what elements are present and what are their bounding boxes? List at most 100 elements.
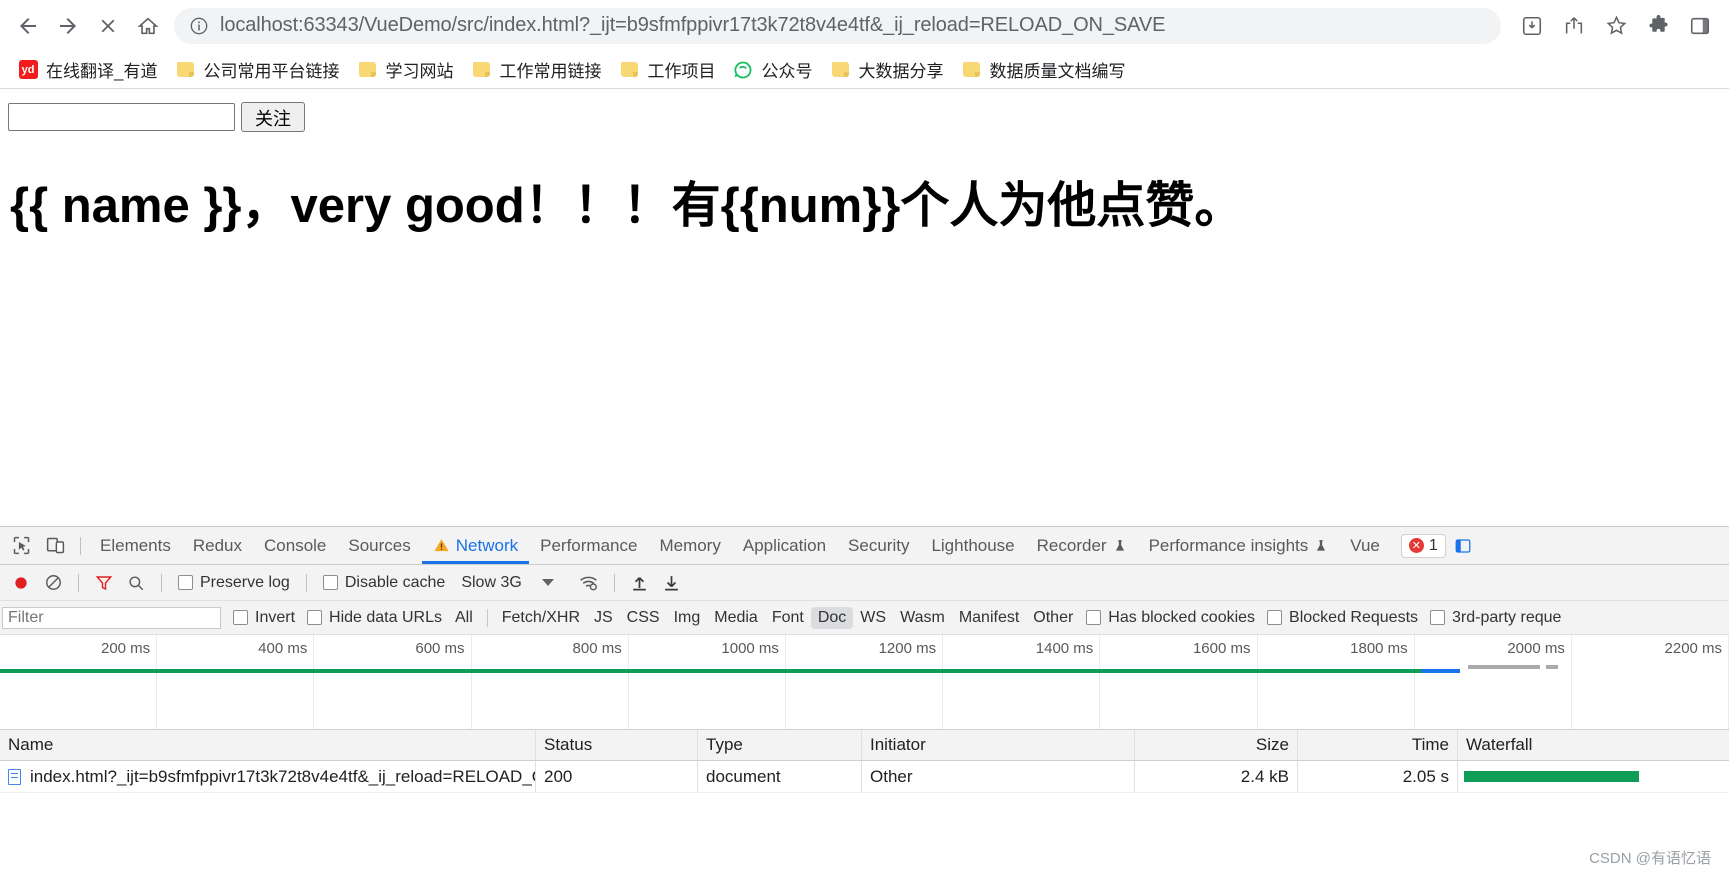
has-blocked-cookies-checkbox[interactable]: Has blocked cookies (1080, 609, 1261, 627)
record-button[interactable] (6, 568, 36, 598)
type-filter-font[interactable]: Font (765, 607, 811, 629)
install-app-icon[interactable] (1511, 6, 1553, 46)
checkbox-label: 3rd-party reque (1452, 608, 1562, 626)
column-header-type[interactable]: Type (698, 730, 862, 760)
folder-icon (175, 60, 195, 80)
column-header-waterfall[interactable]: Waterfall (1458, 730, 1729, 760)
type-filter-doc[interactable]: Doc (810, 606, 854, 629)
type-filter-manifest[interactable]: Manifest (952, 607, 1026, 629)
type-filter-fetch-xhr[interactable]: Fetch/XHR (495, 607, 587, 629)
bookmark-item-6[interactable]: 大数据分享 (822, 53, 951, 86)
tab-memory[interactable]: Memory (648, 527, 731, 564)
cell-type: document (698, 761, 862, 792)
checkbox-label: Hide data URLs (329, 608, 442, 626)
divider (613, 573, 615, 592)
tick-label: 2000 ms (1507, 640, 1565, 657)
home-button[interactable] (128, 6, 168, 46)
search-icon[interactable] (121, 568, 151, 598)
import-har-icon[interactable] (625, 568, 655, 598)
follow-button[interactable]: 关注 (241, 102, 305, 132)
type-filter-other[interactable]: Other (1026, 607, 1080, 629)
browser-window: localhost:63343/VueDemo/src/index.html?_… (0, 0, 1729, 872)
tab-network[interactable]: Network (421, 527, 530, 564)
forward-button[interactable] (48, 6, 88, 46)
tab-security[interactable]: Security (837, 527, 920, 564)
chevron-down-icon[interactable] (541, 579, 554, 586)
tab-sources[interactable]: Sources (337, 527, 421, 564)
side-panel-icon[interactable] (1679, 6, 1721, 46)
tick-label: 1000 ms (721, 640, 779, 657)
inspect-element-icon[interactable] (4, 531, 38, 561)
invert-checkbox[interactable]: Invert (227, 609, 301, 627)
address-bar[interactable]: localhost:63343/VueDemo/src/index.html?_… (174, 7, 1501, 44)
disable-cache-checkbox[interactable]: Disable cache (317, 574, 452, 592)
table-row[interactable]: index.html?_ijt=b9sfmfppivr17t3k72t8v4e4… (0, 761, 1729, 793)
timeline-tick: 1200 ms (786, 635, 944, 729)
hide-data-urls-checkbox[interactable]: Hide data URLs (301, 609, 448, 627)
type-filter-ws[interactable]: WS (853, 607, 893, 629)
bookmark-item-2[interactable]: 学习网站 (349, 53, 461, 86)
export-har-icon[interactable] (657, 568, 687, 598)
clear-button[interactable] (38, 568, 68, 598)
cell-name: index.html?_ijt=b9sfmfppivr17t3k72t8v4e4… (0, 761, 536, 792)
bookmark-item-3[interactable]: 工作常用链接 (463, 53, 609, 86)
tick-label: 1600 ms (1192, 640, 1251, 657)
tab-performance[interactable]: Performance (529, 527, 648, 564)
type-filter-css[interactable]: CSS (620, 607, 667, 629)
column-header-size[interactable]: Size (1135, 730, 1298, 760)
back-button[interactable] (8, 6, 48, 46)
bookmark-label: 公司常用平台链接 (203, 62, 340, 81)
column-header-status[interactable]: Status (536, 730, 698, 760)
funnel-filter-icon[interactable] (89, 568, 119, 598)
column-header-time[interactable]: Time (1298, 730, 1458, 760)
device-toolbar-icon[interactable] (38, 531, 72, 561)
name-input[interactable] (8, 103, 235, 131)
type-filter-all[interactable]: All (448, 607, 480, 629)
column-header-name[interactable]: Name (0, 730, 536, 760)
type-filter-js[interactable]: JS (587, 607, 620, 629)
bookmark-item-7[interactable]: 数据质量文档编写 (953, 53, 1133, 86)
bookmark-item-1[interactable]: 公司常用平台链接 (167, 53, 347, 86)
tab-lighthouse[interactable]: Lighthouse (920, 527, 1025, 564)
tab-console[interactable]: Console (253, 527, 337, 564)
preserve-log-checkbox[interactable]: Preserve log (172, 574, 296, 592)
devtools-panel: Elements Redux Console Sources Network P… (0, 526, 1729, 872)
devtools-more-icon[interactable] (1446, 531, 1480, 561)
timeline-tick: 1000 ms (629, 635, 786, 729)
forward-arrow-icon (60, 17, 76, 34)
star-icon[interactable] (1595, 6, 1637, 46)
tab-redux[interactable]: Redux (182, 527, 253, 564)
third-party-requests-checkbox[interactable]: 3rd-party reque (1424, 609, 1567, 627)
stop-button[interactable] (88, 6, 128, 46)
blocked-requests-checkbox[interactable]: Blocked Requests (1261, 609, 1424, 627)
network-overview-timeline[interactable]: 200 ms 400 ms 600 ms 800 ms 1000 ms 1200… (0, 635, 1729, 730)
bookmark-item-4[interactable]: 工作项目 (611, 53, 723, 86)
url-text: localhost:63343/VueDemo/src/index.html?_… (220, 14, 1166, 36)
tick-label: 1800 ms (1350, 640, 1408, 657)
table-header-row: Name Status Type Initiator Size Time Wat… (0, 730, 1729, 761)
checkbox-box (1086, 610, 1102, 625)
bookmark-item-0[interactable]: yd 在线翻译_有道 (10, 53, 165, 86)
tab-application[interactable]: Application (732, 527, 837, 564)
error-count-badge[interactable]: ✕ 1 (1400, 533, 1446, 558)
info-circle-icon[interactable] (188, 16, 210, 36)
puzzle-extensions-icon[interactable] (1637, 6, 1679, 46)
filter-input[interactable] (2, 606, 221, 629)
type-filter-img[interactable]: Img (667, 607, 708, 629)
throttle-select[interactable]: Slow 3G (453, 574, 529, 592)
tab-performance-insights[interactable]: Performance insights (1138, 527, 1340, 564)
share-icon[interactable] (1553, 6, 1595, 46)
tab-label: Elements (100, 535, 171, 555)
tab-elements[interactable]: Elements (89, 527, 182, 564)
wifi-settings-icon[interactable] (574, 568, 604, 598)
type-filter-wasm[interactable]: Wasm (893, 607, 952, 629)
timeline-tick: 400 ms (157, 635, 315, 729)
warning-triangle-icon (434, 539, 449, 552)
tab-vue[interactable]: Vue (1339, 527, 1391, 564)
column-header-initiator[interactable]: Initiator (862, 730, 1135, 760)
checkbox-label: Blocked Requests (1289, 608, 1419, 626)
tab-recorder[interactable]: Recorder (1026, 527, 1138, 564)
type-filter-media[interactable]: Media (707, 607, 765, 629)
checkbox-box (307, 610, 323, 625)
bookmark-item-5[interactable]: 公众号 (725, 53, 820, 86)
